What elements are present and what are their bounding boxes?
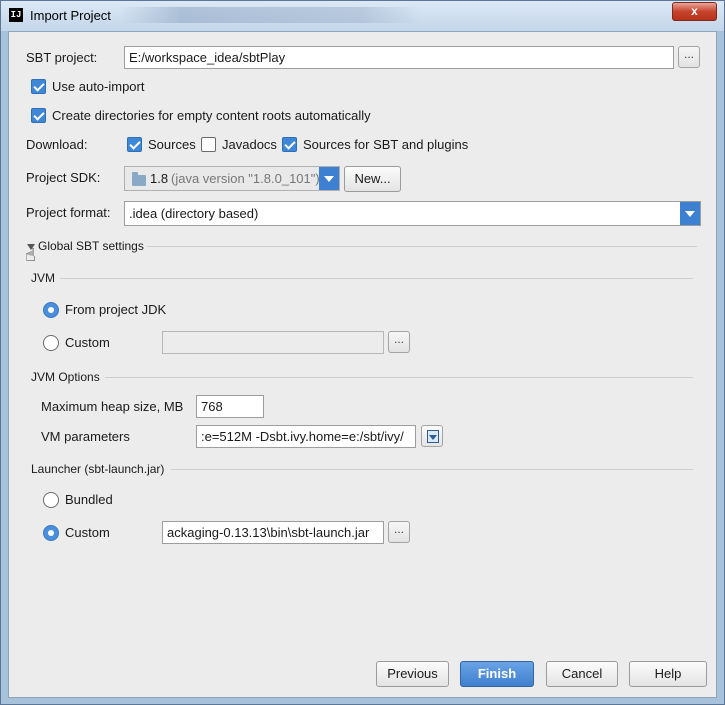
download-sources-label: Sources	[148, 137, 196, 152]
global-sbt-settings-title[interactable]: Global SBT settings	[38, 239, 144, 253]
sbt-project-field[interactable]: E:/workspace_idea/sbtPlay	[124, 46, 674, 69]
previous-button[interactable]: Previous	[376, 661, 449, 687]
chevron-down-icon	[680, 202, 700, 225]
launcher-separator	[171, 469, 693, 470]
project-format-combo[interactable]: .idea (directory based)	[124, 201, 701, 226]
vm-parameters-label: VM parameters	[41, 429, 130, 444]
create-directories-label: Create directories for empty content roo…	[52, 108, 371, 123]
jvm-custom-radio[interactable]	[43, 335, 59, 351]
max-heap-label: Maximum heap size, MB	[41, 399, 184, 414]
vm-parameters-field[interactable]: :e=512M -Dsbt.ivy.home=e:/sbt/ivy/	[196, 425, 416, 448]
help-button[interactable]: Help	[629, 661, 707, 687]
dialog-content: SBT project: E:/workspace_idea/sbtPlay .…	[8, 31, 717, 698]
chevron-down-icon	[319, 167, 339, 190]
project-sdk-label: Project SDK:	[26, 170, 101, 185]
title-bar[interactable]: IJ Import Project x	[1, 1, 724, 31]
project-format-label: Project format:	[26, 205, 111, 220]
launcher-custom-path-field[interactable]: ackaging-0.13.13\bin\sbt-launch.jar	[162, 521, 384, 544]
jvm-options-section-title: JVM Options	[31, 370, 100, 384]
launcher-custom-radio[interactable]	[43, 525, 59, 541]
global-sbt-separator	[147, 246, 697, 247]
cancel-button[interactable]: Cancel	[546, 661, 618, 687]
blurred-title-region	[121, 7, 421, 23]
close-button[interactable]: x	[672, 2, 717, 21]
window-title: Import Project	[30, 8, 111, 23]
launcher-section-title: Launcher (sbt-launch.jar)	[31, 462, 165, 476]
project-sdk-combo[interactable]: 1.8 (java version "1.8.0_101")	[124, 166, 340, 191]
browse-jvm-button[interactable]: ...	[388, 331, 410, 353]
download-sbt-sources-label: Sources for SBT and plugins	[303, 137, 469, 152]
jvm-options-separator	[105, 377, 693, 378]
hand-cursor-icon: ☝	[25, 245, 36, 265]
launcher-bundled-radio[interactable]	[43, 492, 59, 508]
close-icon: x	[691, 4, 698, 18]
intellij-app-icon: IJ	[9, 8, 23, 22]
download-label: Download:	[26, 137, 88, 152]
browse-launcher-button[interactable]: ...	[388, 521, 410, 543]
expand-parameters-icon[interactable]	[421, 425, 443, 447]
project-sdk-detail: (java version "1.8.0_101")	[171, 171, 320, 186]
import-project-window: IJ Import Project x SBT project: E:/work…	[0, 0, 725, 705]
launcher-bundled-label: Bundled	[65, 492, 113, 507]
download-javadocs-label: Javadocs	[222, 137, 277, 152]
sbt-project-label: SBT project:	[26, 50, 98, 65]
jvm-custom-text: Custom	[65, 335, 110, 350]
jvm-custom-label: Custom	[65, 335, 110, 351]
finish-button[interactable]: Finish	[460, 661, 534, 687]
jvm-separator	[60, 278, 693, 279]
download-javadocs-checkbox[interactable]	[201, 137, 216, 152]
use-auto-import-label: Use auto-import	[52, 79, 145, 94]
new-sdk-button[interactable]: New...	[344, 166, 401, 192]
jvm-custom-path-field[interactable]	[162, 331, 384, 354]
max-heap-field[interactable]: 768	[196, 395, 264, 418]
project-sdk-version: 1.8	[150, 171, 169, 186]
create-directories-checkbox[interactable]	[31, 108, 46, 123]
browse-sbt-project-button[interactable]: ...	[678, 46, 700, 68]
jvm-from-project-label: From project JDK	[65, 302, 167, 317]
jdk-folder-icon	[132, 172, 146, 186]
use-auto-import-checkbox[interactable]	[31, 79, 46, 94]
jvm-from-project-radio[interactable]	[43, 302, 59, 318]
download-sources-checkbox[interactable]	[127, 137, 142, 152]
download-sbt-sources-checkbox[interactable]	[282, 137, 297, 152]
project-format-value: .idea (directory based)	[129, 206, 259, 221]
launcher-custom-label: Custom	[65, 525, 110, 540]
jvm-section-title: JVM	[31, 271, 55, 285]
